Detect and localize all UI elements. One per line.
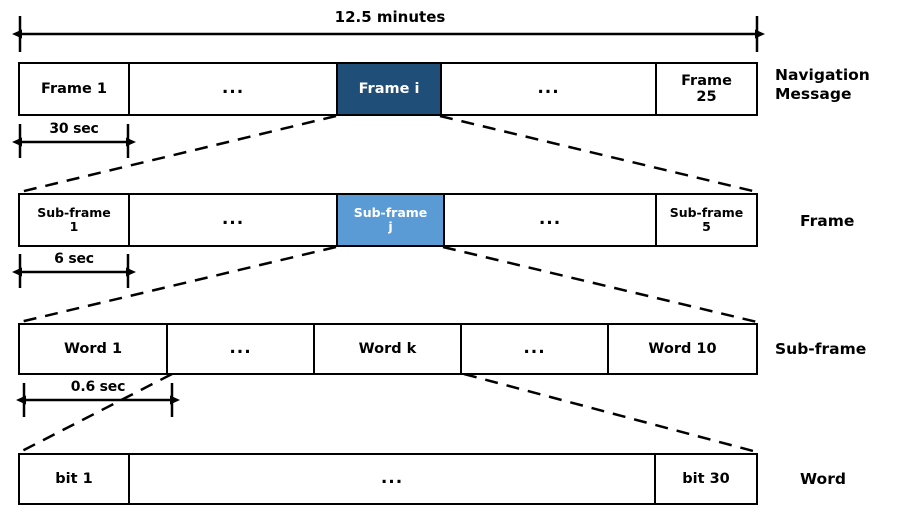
row-title-frame: Frame <box>800 212 855 230</box>
cell-subframes-ellipsis-right: ... <box>445 195 657 245</box>
cell-subframes-ellipsis-left: ... <box>130 195 338 245</box>
cell-frames-ellipsis-right: ... <box>442 64 657 114</box>
cell-word-1[interactable]: Word 1 <box>20 325 168 373</box>
cell-bit-30[interactable]: bit 30 <box>656 455 756 503</box>
navigation-message-bar: Frame 1 ... Frame i ... Frame 25 <box>18 62 758 116</box>
duration-label-06sec: 0.6 sec <box>70 379 126 395</box>
cell-words-ellipsis-left: ... <box>168 325 315 373</box>
cell-words-ellipsis-right: ... <box>462 325 609 373</box>
cell-frame-i[interactable]: Frame i <box>338 64 442 114</box>
duration-label-30sec: 30 sec <box>49 121 99 137</box>
diagram-canvas: 12.5 minutes Frame 1 ... Frame i ... Fra… <box>0 0 900 529</box>
cell-word-10[interactable]: Word 10 <box>609 325 756 373</box>
word-bar: bit 1 ... bit 30 <box>18 453 758 505</box>
frame-bar: Sub-frame 1 ... Sub-frame j ... Sub-fram… <box>18 193 758 247</box>
cell-subframe-1[interactable]: Sub-frame 1 <box>20 195 130 245</box>
cell-subframe-j[interactable]: Sub-frame j <box>338 195 445 245</box>
cell-word-k[interactable]: Word k <box>315 325 462 373</box>
zoom-connector-subframe <box>19 245 758 324</box>
cell-frames-ellipsis-left: ... <box>130 64 338 114</box>
cell-frame-25[interactable]: Frame 25 <box>657 64 756 114</box>
row-title-sub-frame: Sub-frame <box>775 340 867 358</box>
row-title-word: Word <box>800 470 846 488</box>
zoom-connector-frame <box>19 114 758 194</box>
cell-subframe-5[interactable]: Sub-frame 5 <box>657 195 756 245</box>
cell-bits-ellipsis: ... <box>130 455 656 503</box>
top-dimension-label: 12.5 minutes <box>334 8 446 26</box>
sub-frame-bar: Word 1 ... Word k ... Word 10 <box>18 323 758 375</box>
cell-bit-1[interactable]: bit 1 <box>20 455 130 503</box>
row-title-navigation-message: Navigation Message <box>775 66 870 103</box>
cell-frame-1[interactable]: Frame 1 <box>20 64 130 114</box>
duration-label-6sec: 6 sec <box>54 251 94 267</box>
